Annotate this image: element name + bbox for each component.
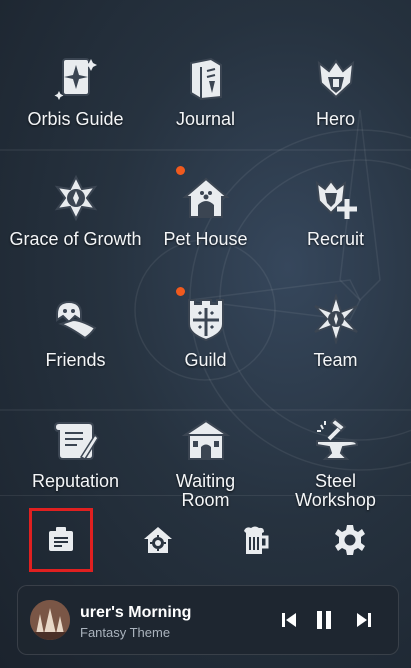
menu-item-label: Guild [184, 350, 227, 370]
menu-item-friends[interactable]: Friends [7, 291, 144, 401]
waiting-room-icon [178, 412, 234, 468]
pet-house-icon [175, 166, 234, 226]
menu-item-label: Pet House [163, 229, 248, 249]
music-player: urer's Morning Fantasy Theme [17, 585, 399, 655]
recruit-icon [308, 170, 364, 226]
guild-icon [175, 287, 234, 347]
menu-item-label: Waiting Room [175, 471, 236, 510]
menu-item-label: Hero [315, 109, 355, 129]
menu-item-label: Recruit [306, 229, 364, 249]
menu-item-guild[interactable]: Guild [137, 287, 274, 401]
next-icon [357, 613, 371, 627]
hero-icon [308, 50, 364, 106]
notification-dot [175, 166, 185, 175]
notice-board-button[interactable] [29, 508, 93, 572]
menu-item-grace-of-growth[interactable]: Grace of Growth [7, 170, 144, 280]
menu-item-journal[interactable]: Journal [137, 50, 274, 160]
house-settings-button[interactable] [126, 508, 190, 572]
previous-track-button[interactable] [277, 608, 301, 632]
settings-button[interactable] [318, 508, 382, 572]
menu-item-steel-workshop[interactable]: Steel Workshop [267, 412, 404, 522]
pause-icon [317, 611, 331, 629]
pause-button[interactable] [312, 608, 336, 632]
menu-item-reputation[interactable]: Reputation [7, 412, 144, 522]
menu-item-label: Steel Workshop [295, 471, 376, 510]
reputation-icon [48, 412, 104, 468]
tavern-button[interactable] [223, 508, 287, 572]
menu-item-pet-house[interactable]: Pet House [137, 166, 274, 280]
toolbar-divider [0, 495, 411, 496]
beer-mug-icon [244, 526, 269, 554]
house-settings-icon [144, 527, 172, 553]
notice-board-icon [49, 527, 73, 551]
notification-dot [175, 287, 185, 296]
steel-workshop-icon [308, 412, 364, 468]
grace-of-growth-icon [48, 170, 104, 226]
menu-item-label: Team [313, 350, 358, 370]
song-title: urer's Morning [80, 604, 192, 621]
song-subtitle: Fantasy Theme [80, 625, 171, 640]
menu-item-team[interactable]: Team [267, 291, 404, 401]
menu-item-label: Friends [45, 350, 106, 370]
gear-icon [335, 525, 365, 555]
next-track-button[interactable] [352, 608, 376, 632]
team-icon [308, 291, 364, 347]
menu-item-label: Reputation [31, 471, 120, 491]
orbis-guide-icon [48, 50, 104, 106]
menu-item-label: Journal [175, 109, 236, 129]
previous-icon [282, 613, 296, 627]
menu-item-label: Orbis Guide [27, 109, 124, 129]
menu-item-hero[interactable]: Hero [267, 50, 404, 160]
journal-icon [178, 50, 234, 106]
album-art [30, 600, 70, 640]
menu-item-orbis-guide[interactable]: Orbis Guide [7, 50, 144, 160]
friends-icon [48, 291, 104, 347]
menu-item-recruit[interactable]: Recruit [267, 170, 404, 280]
menu-item-label: Grace of Growth [9, 229, 142, 249]
menu-item-waiting-room[interactable]: Waiting Room [137, 412, 274, 522]
